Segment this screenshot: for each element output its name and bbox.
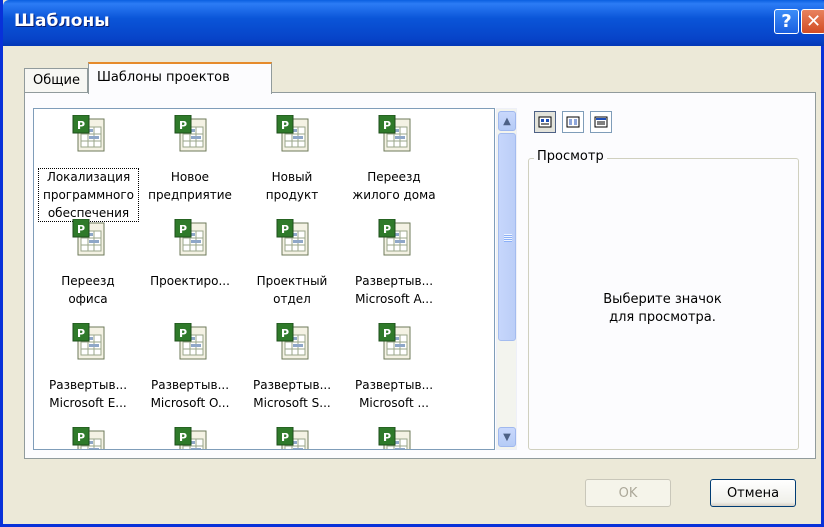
svg-text:P: P [179,119,187,132]
svg-text:P: P [383,431,391,444]
preview-message: Выберите значок для просмотра. [603,292,722,325]
project-template-icon: P [72,322,106,361]
project-template-icon: P [276,322,310,361]
template-item[interactable]: P [342,426,446,449]
project-template-icon: P [72,426,106,449]
list-view-button[interactable] [562,111,584,133]
details-view-icon [594,116,608,128]
scroll-up-button[interactable]: ▲ [498,111,516,131]
chevron-up-icon: ▲ [503,115,511,127]
template-label: Развертыв... Microsoft O... [150,378,230,410]
template-item[interactable]: P [240,426,344,449]
svg-text:P: P [179,431,187,444]
template-item[interactable]: P Развертыв... Microsoft A... [342,218,446,319]
ok-label: OK [618,485,638,501]
list-view-icon [566,116,580,128]
vertical-scrollbar[interactable]: ▲ ▼ [496,108,517,450]
svg-text:P: P [179,327,187,340]
svg-text:P: P [77,431,85,444]
svg-text:P: P [281,223,289,236]
template-item[interactable]: P Локализация программного обеспечения [36,114,140,222]
project-template-icon: P [276,426,310,449]
template-label: Проектиро... [150,274,230,288]
project-template-icon: P [378,322,412,361]
project-template-icon: P [378,426,412,449]
project-template-icon: P [378,218,412,257]
project-template-icon: P [72,114,106,153]
window-title: Шаблоны [14,11,110,31]
svg-text:P: P [281,431,289,444]
svg-text:P: P [383,223,391,236]
template-item[interactable]: P [36,426,140,449]
template-item[interactable]: P Новое предприятие [138,114,242,215]
template-label: Переезд офиса [61,274,115,306]
cancel-button[interactable]: Отмена [710,479,796,507]
project-template-icon: P [72,218,106,257]
title-bar[interactable]: Шаблоны ? ✕ [3,0,824,46]
project-template-icon: P [276,114,310,153]
grip-icon [504,234,512,242]
svg-text:P: P [383,327,391,340]
tab-label: Шаблоны проектов [97,70,230,85]
svg-text:P: P [383,119,391,132]
scroll-down-button[interactable]: ▼ [498,427,516,447]
template-item[interactable]: P Развертыв... Microsoft O... [138,322,242,423]
template-item[interactable]: P Развертыв... Microsoft E... [36,322,140,423]
project-template-icon: P [276,218,310,257]
templates-list[interactable]: P Локализация программного обеспечения P Но… [33,108,495,450]
project-template-icon: P [174,426,208,449]
tab-label: Общие [33,73,80,88]
close-icon: ✕ [805,11,822,32]
svg-text:P: P [281,327,289,340]
project-template-icon: P [174,114,208,153]
template-label: Проектный отдел [256,274,328,306]
template-label: Развертыв... Microsoft E... [48,378,128,410]
ok-button[interactable]: OK [585,479,671,507]
template-label: Новый продукт [265,170,319,202]
cancel-label: Отмена [726,485,780,501]
help-icon: ? [781,11,792,32]
large-icons-view-button[interactable] [534,111,556,133]
large-icons-view-icon [538,116,552,128]
template-item[interactable]: P Переезд жилого дома [342,114,446,215]
project-template-icon: P [174,322,208,361]
template-item[interactable]: P Новый продукт [240,114,344,215]
template-label: Локализация программного обеспечения [38,168,139,222]
template-label: Переезд жилого дома [352,170,436,202]
project-template-icon: P [378,114,412,153]
template-item[interactable]: P [138,426,242,449]
template-item[interactable]: P Проектиро... [138,218,242,319]
scroll-thumb[interactable] [498,133,516,341]
template-label: Новое предприятие [148,170,232,202]
template-item[interactable]: P Развертыв... Microsoft ... [342,322,446,423]
tab-project-templates[interactable]: Шаблоны проектов [88,62,272,94]
template-item[interactable]: P Развертыв... Microsoft S... [240,322,344,423]
svg-text:P: P [77,119,85,132]
template-item[interactable]: P Переезд офиса [36,218,140,319]
help-button[interactable]: ? [774,9,799,34]
template-label: Развертыв... Microsoft ... [354,378,434,410]
chevron-down-icon: ▼ [503,431,511,443]
details-view-button[interactable] [590,111,612,133]
project-template-icon: P [174,218,208,257]
template-item[interactable]: P Проектный отдел [240,218,344,319]
svg-text:P: P [77,223,85,236]
close-button[interactable]: ✕ [801,9,824,34]
svg-text:P: P [77,327,85,340]
svg-text:P: P [179,223,187,236]
template-label: Развертыв... Microsoft A... [354,274,434,306]
tab-general[interactable]: Общие [24,68,88,92]
svg-text:P: P [281,119,289,132]
preview-legend: Просмотр [534,149,607,164]
template-label: Развертыв... Microsoft S... [252,378,332,410]
